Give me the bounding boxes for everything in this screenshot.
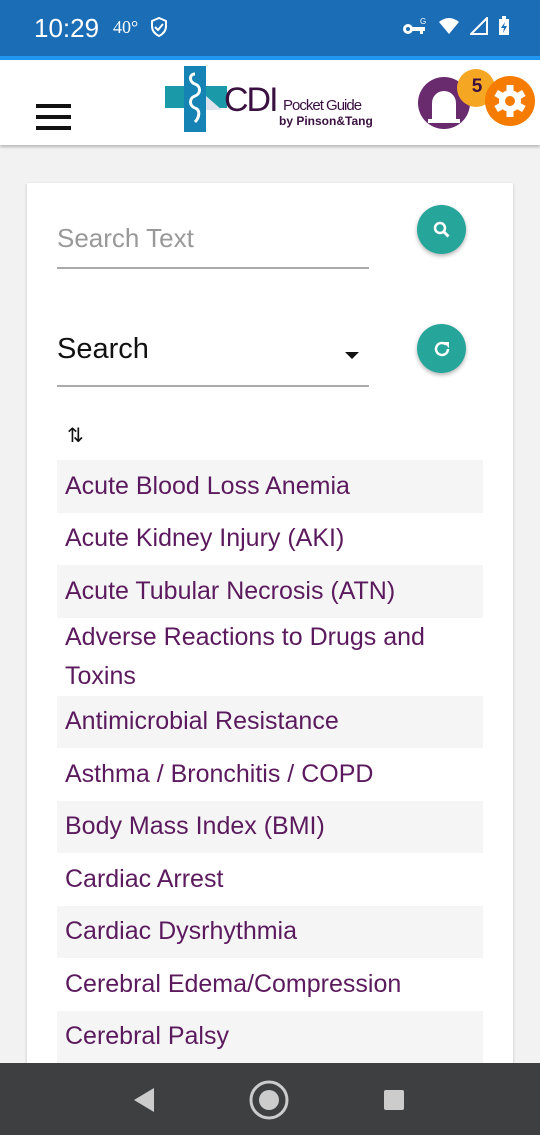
status-time: 10:29	[34, 13, 100, 43]
list-item[interactable]: Cardiac Arrest	[57, 853, 483, 906]
list-item[interactable]: Acute Blood Loss Anemia	[57, 460, 483, 513]
app-header: CDI Pocket Guide by Pinson&Tang 5	[0, 60, 540, 145]
logo-byline: by Pinson&Tang	[279, 114, 373, 128]
list-item[interactable]: Asthma / Bronchitis / COPD	[57, 748, 483, 801]
list-item[interactable]: Cardiac Dysrhythmia	[57, 905, 483, 958]
search-input[interactable]	[57, 223, 369, 254]
logo-subtitle: Pocket Guide	[283, 97, 362, 114]
logo-title: CDI	[224, 81, 277, 119]
list-item[interactable]: Antimicrobial Resistance	[57, 695, 483, 748]
vpn-key-icon: G	[403, 17, 426, 34]
signal-icon	[470, 17, 488, 35]
search-type-dropdown[interactable]: Search	[57, 333, 369, 387]
list-item[interactable]: Body Mass Index (BMI)	[57, 800, 483, 853]
battery-charging-icon	[499, 16, 509, 35]
hamburger-menu-icon[interactable]	[36, 104, 71, 130]
list-item[interactable]: Acute Tubular Necrosis (ATN)	[57, 565, 483, 618]
topic-list: Acute Blood Loss Anemia Acute Kidney Inju…	[57, 460, 483, 1063]
refresh-button[interactable]	[417, 324, 466, 373]
search-card: Search ⇅ Acute Blood Loss AnemiaAcute Ki…	[27, 183, 513, 1083]
svg-text:G: G	[420, 17, 426, 26]
shield-check-icon	[151, 17, 167, 37]
list-item[interactable]: Cerebral Palsy	[57, 1010, 483, 1063]
recents-icon[interactable]	[383, 1089, 405, 1111]
list-item[interactable]: Cerebral Edema/Compression	[57, 958, 483, 1011]
search-button[interactable]	[417, 205, 466, 254]
list-item[interactable]: Acute Kidney Injury (AKI)	[57, 513, 483, 566]
settings-button[interactable]	[485, 76, 535, 126]
search-icon	[433, 221, 450, 238]
sort-icon[interactable]: ⇅	[67, 423, 84, 448]
refresh-icon	[434, 341, 449, 356]
status-bar: 10:29 40° G	[0, 0, 540, 56]
status-temperature: 40°	[113, 17, 139, 37]
search-text-field[interactable]	[57, 223, 369, 269]
app-logo: CDI Pocket Guide by Pinson&Tang	[165, 66, 373, 132]
system-nav-bar	[0, 1063, 540, 1135]
list-item[interactable]: Adverse Reactions to Drugs and Toxins	[57, 618, 483, 696]
wifi-icon	[439, 18, 459, 34]
home-icon[interactable]	[248, 1079, 290, 1121]
dropdown-value: Search	[57, 333, 149, 365]
back-icon[interactable]	[132, 1087, 156, 1113]
gear-icon	[494, 85, 526, 117]
caret-down-icon	[345, 352, 359, 359]
